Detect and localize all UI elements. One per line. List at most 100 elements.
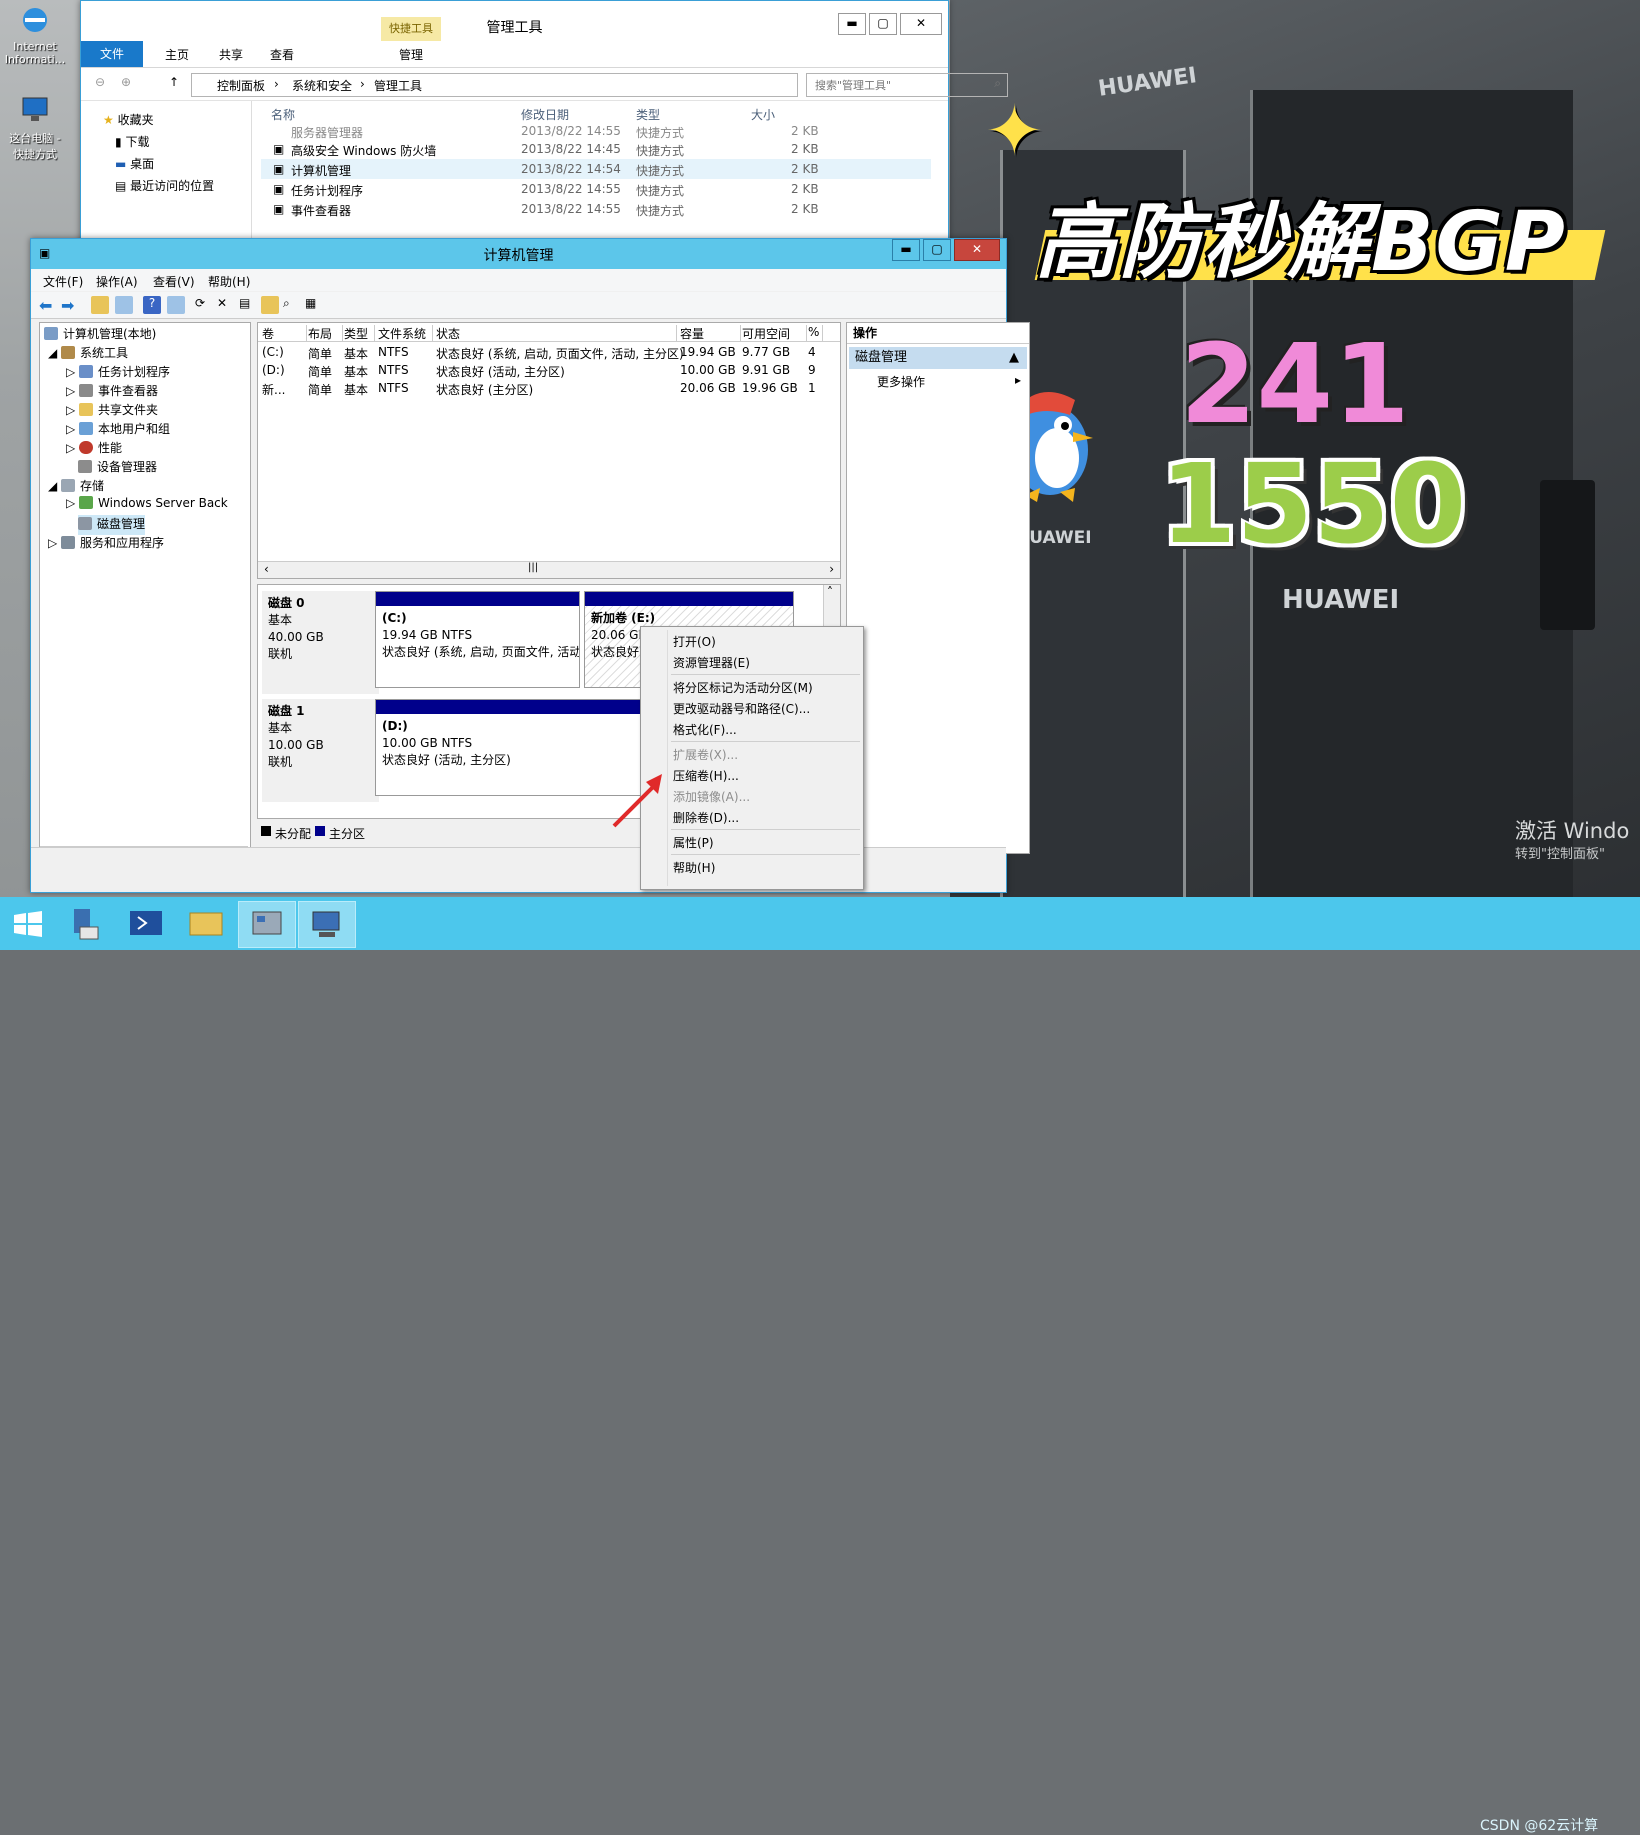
tree-node-event-viewer[interactable]: ▷ 事件查看器: [66, 382, 158, 402]
actions-section-disk-management[interactable]: 磁盘管理 ▲: [849, 347, 1027, 369]
tab-file[interactable]: 文件: [81, 41, 143, 67]
breadcrumb-item[interactable]: 管理工具: [374, 77, 422, 94]
breadcrumb-item[interactable]: 系统和安全: [292, 77, 352, 94]
minimize-button[interactable]: ▬: [838, 13, 866, 35]
taskbar-file-explorer[interactable]: [178, 901, 234, 946]
menu-item-mark-active[interactable]: 将分区标记为活动分区(M): [673, 679, 813, 696]
forward-icon[interactable]: ⊕: [121, 75, 131, 89]
back-icon[interactable]: ⊖: [95, 75, 105, 89]
column-header[interactable]: %: [808, 325, 823, 341]
nav-item-favorites[interactable]: ★ 收藏夹: [103, 111, 154, 128]
menu-item-properties[interactable]: 属性(P): [673, 834, 714, 851]
column-header[interactable]: 文件系统: [378, 325, 433, 341]
show-hide-tree-icon[interactable]: [115, 296, 133, 314]
refresh-icon[interactable]: ⟳: [195, 296, 213, 314]
forward-arrow-icon[interactable]: ➡: [61, 296, 79, 315]
tree-node-task-scheduler[interactable]: ▷ 任务计划程序: [66, 363, 170, 383]
partition-c[interactable]: (C:) 19.94 GB NTFS 状态良好 (系统, 启动, 页面文件, 活…: [375, 591, 580, 688]
start-button[interactable]: [0, 901, 56, 946]
nav-item-desktop[interactable]: ▬ 桌面: [115, 155, 154, 172]
menu-item-format[interactable]: 格式化(F)...: [673, 721, 737, 738]
scroll-thumb-icon[interactable]: |||: [528, 562, 538, 573]
nav-item-recent[interactable]: ▤ 最近访问的位置: [115, 177, 214, 194]
menu-item-delete-volume[interactable]: 删除卷(D)...: [673, 809, 739, 826]
address-box[interactable]: 控制面板 › 系统和安全 › 管理工具: [191, 73, 798, 97]
tree-node-root[interactable]: 计算机管理(本地): [44, 325, 156, 345]
minimize-button[interactable]: ▬: [892, 239, 920, 261]
file-row[interactable]: ▣ 计算机管理 2013/8/22 14:54 快捷方式 2 KB: [261, 159, 931, 179]
search-icon[interactable]: ⌕: [283, 296, 301, 314]
tree-node-performance[interactable]: ▷ 性能: [66, 439, 122, 459]
scroll-left-icon[interactable]: ‹: [264, 562, 269, 576]
collapse-up-icon[interactable]: ▲: [1009, 347, 1019, 369]
tree-node-local-users[interactable]: ▷ 本地用户和组: [66, 420, 170, 440]
taskbar-powershell[interactable]: [118, 901, 174, 946]
column-header[interactable]: 容量: [680, 325, 741, 341]
settings-icon[interactable]: ▦: [305, 296, 323, 314]
maximize-button[interactable]: ▢: [923, 239, 951, 261]
volume-row[interactable]: (C:) 简单 基本 NTFS 状态良好 (系统, 启动, 页面文件, 活动, …: [258, 343, 840, 361]
menu-item-shrink-volume[interactable]: 压缩卷(H)...: [673, 767, 739, 784]
cm-titlebar[interactable]: ▣ 计算机管理 ▬ ▢ ✕: [31, 239, 1006, 269]
tree-node-device-manager[interactable]: 设备管理器: [78, 458, 157, 478]
delete-icon[interactable]: ✕: [217, 296, 235, 314]
tree-label: 存储: [80, 479, 105, 493]
help-icon[interactable]: ?: [143, 296, 161, 314]
scroll-right-icon[interactable]: ›: [829, 562, 834, 576]
tab-home[interactable]: 主页: [165, 46, 189, 63]
column-header[interactable]: 可用空间: [742, 325, 807, 341]
explorer-titlebar[interactable]: 管理工具 ▬ ▢ ✕: [81, 1, 948, 41]
tree-node-windows-server-backup[interactable]: ▷ Windows Server Back: [66, 496, 228, 516]
tab-share[interactable]: 共享: [219, 46, 243, 63]
up-arrow-icon[interactable]: ↑: [169, 75, 179, 89]
volume-row[interactable]: 新... 简单 基本 NTFS 状态良好 (主分区) 20.06 GB 19.9…: [258, 379, 840, 397]
scroll-up-icon[interactable]: ˄: [827, 585, 833, 599]
properties-icon[interactable]: ▤: [239, 296, 257, 314]
taskbar-server-manager[interactable]: [58, 901, 114, 946]
menu-item-change-drive-letter[interactable]: 更改驱动器号和路径(C)...: [673, 700, 810, 717]
taskbar-computer-management[interactable]: [298, 901, 356, 948]
file-row[interactable]: ▣ 高级安全 Windows 防火墙 2013/8/22 14:45 快捷方式 …: [261, 139, 931, 159]
menu-item-explore[interactable]: 资源管理器(E): [673, 654, 750, 671]
column-header[interactable]: 状态: [436, 325, 677, 341]
file-row[interactable]: ▣ 事件查看器 2013/8/22 14:55 快捷方式 2 KB: [261, 199, 931, 219]
properties-pane-icon[interactable]: [167, 296, 185, 314]
up-folder-icon[interactable]: [91, 296, 109, 314]
breadcrumb-item[interactable]: 控制面板: [217, 77, 265, 94]
file-row[interactable]: 服务器管理器 2013/8/22 14:55 快捷方式 2 KB: [261, 121, 931, 141]
tree-node-shared-folders[interactable]: ▷ 共享文件夹: [66, 401, 158, 421]
menu-view[interactable]: 查看(V): [153, 273, 195, 290]
disk-info-1[interactable]: 磁盘 1 基本 10.00 GB 联机: [262, 699, 379, 802]
close-button[interactable]: ✕: [954, 239, 1000, 261]
volume-row[interactable]: (D:) 简单 基本 NTFS 状态良好 (活动, 主分区) 10.00 GB …: [258, 361, 840, 379]
disk-info-0[interactable]: 磁盘 0 基本 40.00 GB 联机: [262, 591, 379, 694]
tree-node-storage[interactable]: ◢ 存储: [48, 477, 104, 497]
tab-manage[interactable]: 管理: [399, 46, 423, 63]
close-button[interactable]: ✕: [900, 13, 942, 35]
column-header[interactable]: 类型: [344, 325, 375, 341]
nav-item-downloads[interactable]: ▮ 下载: [115, 133, 149, 150]
menu-item-help[interactable]: 帮助(H): [673, 859, 715, 876]
menu-file[interactable]: 文件(F): [43, 273, 83, 290]
more-actions-item[interactable]: 更多操作 ▸: [877, 373, 1023, 391]
menu-help[interactable]: 帮助(H): [208, 273, 250, 290]
maximize-button[interactable]: ▢: [869, 13, 897, 35]
desktop-icon-ie[interactable]: Internet Informati...: [0, 5, 70, 66]
promo-title: 高防秒解BGP: [1035, 195, 1567, 290]
column-header[interactable]: 卷: [262, 325, 307, 341]
menu-item-open[interactable]: 打开(O): [673, 633, 716, 650]
tree-node-services-apps[interactable]: ▷ 服务和应用程序: [48, 534, 164, 554]
file-row[interactable]: ▣ 任务计划程序 2013/8/22 14:55 快捷方式 2 KB: [261, 179, 931, 199]
tab-view[interactable]: 查看: [270, 46, 294, 63]
desktop-icon-this-pc[interactable]: 这台电脑 - 快捷方式: [0, 95, 70, 162]
back-arrow-icon[interactable]: ⬅: [39, 296, 57, 315]
tree-node-system-tools[interactable]: ◢ 系统工具: [48, 344, 128, 364]
explorer-window[interactable]: 管理工具 ▬ ▢ ✕ 快捷工具 文件 主页 共享 查看 管理 ⊖ ⊕ ↑ 控制面…: [80, 0, 1008, 242]
column-header[interactable]: 布局: [308, 325, 343, 341]
tree-node-disk-management[interactable]: 磁盘管理: [78, 515, 146, 535]
volume-list-scrollbar[interactable]: ‹ ||| ›: [258, 561, 840, 578]
menu-action[interactable]: 操作(A): [96, 273, 138, 290]
taskbar-admin-tools[interactable]: [238, 901, 296, 948]
search-input[interactable]: 搜索"管理工具" ⌕: [806, 73, 1008, 97]
open-folder-icon[interactable]: [261, 296, 279, 314]
